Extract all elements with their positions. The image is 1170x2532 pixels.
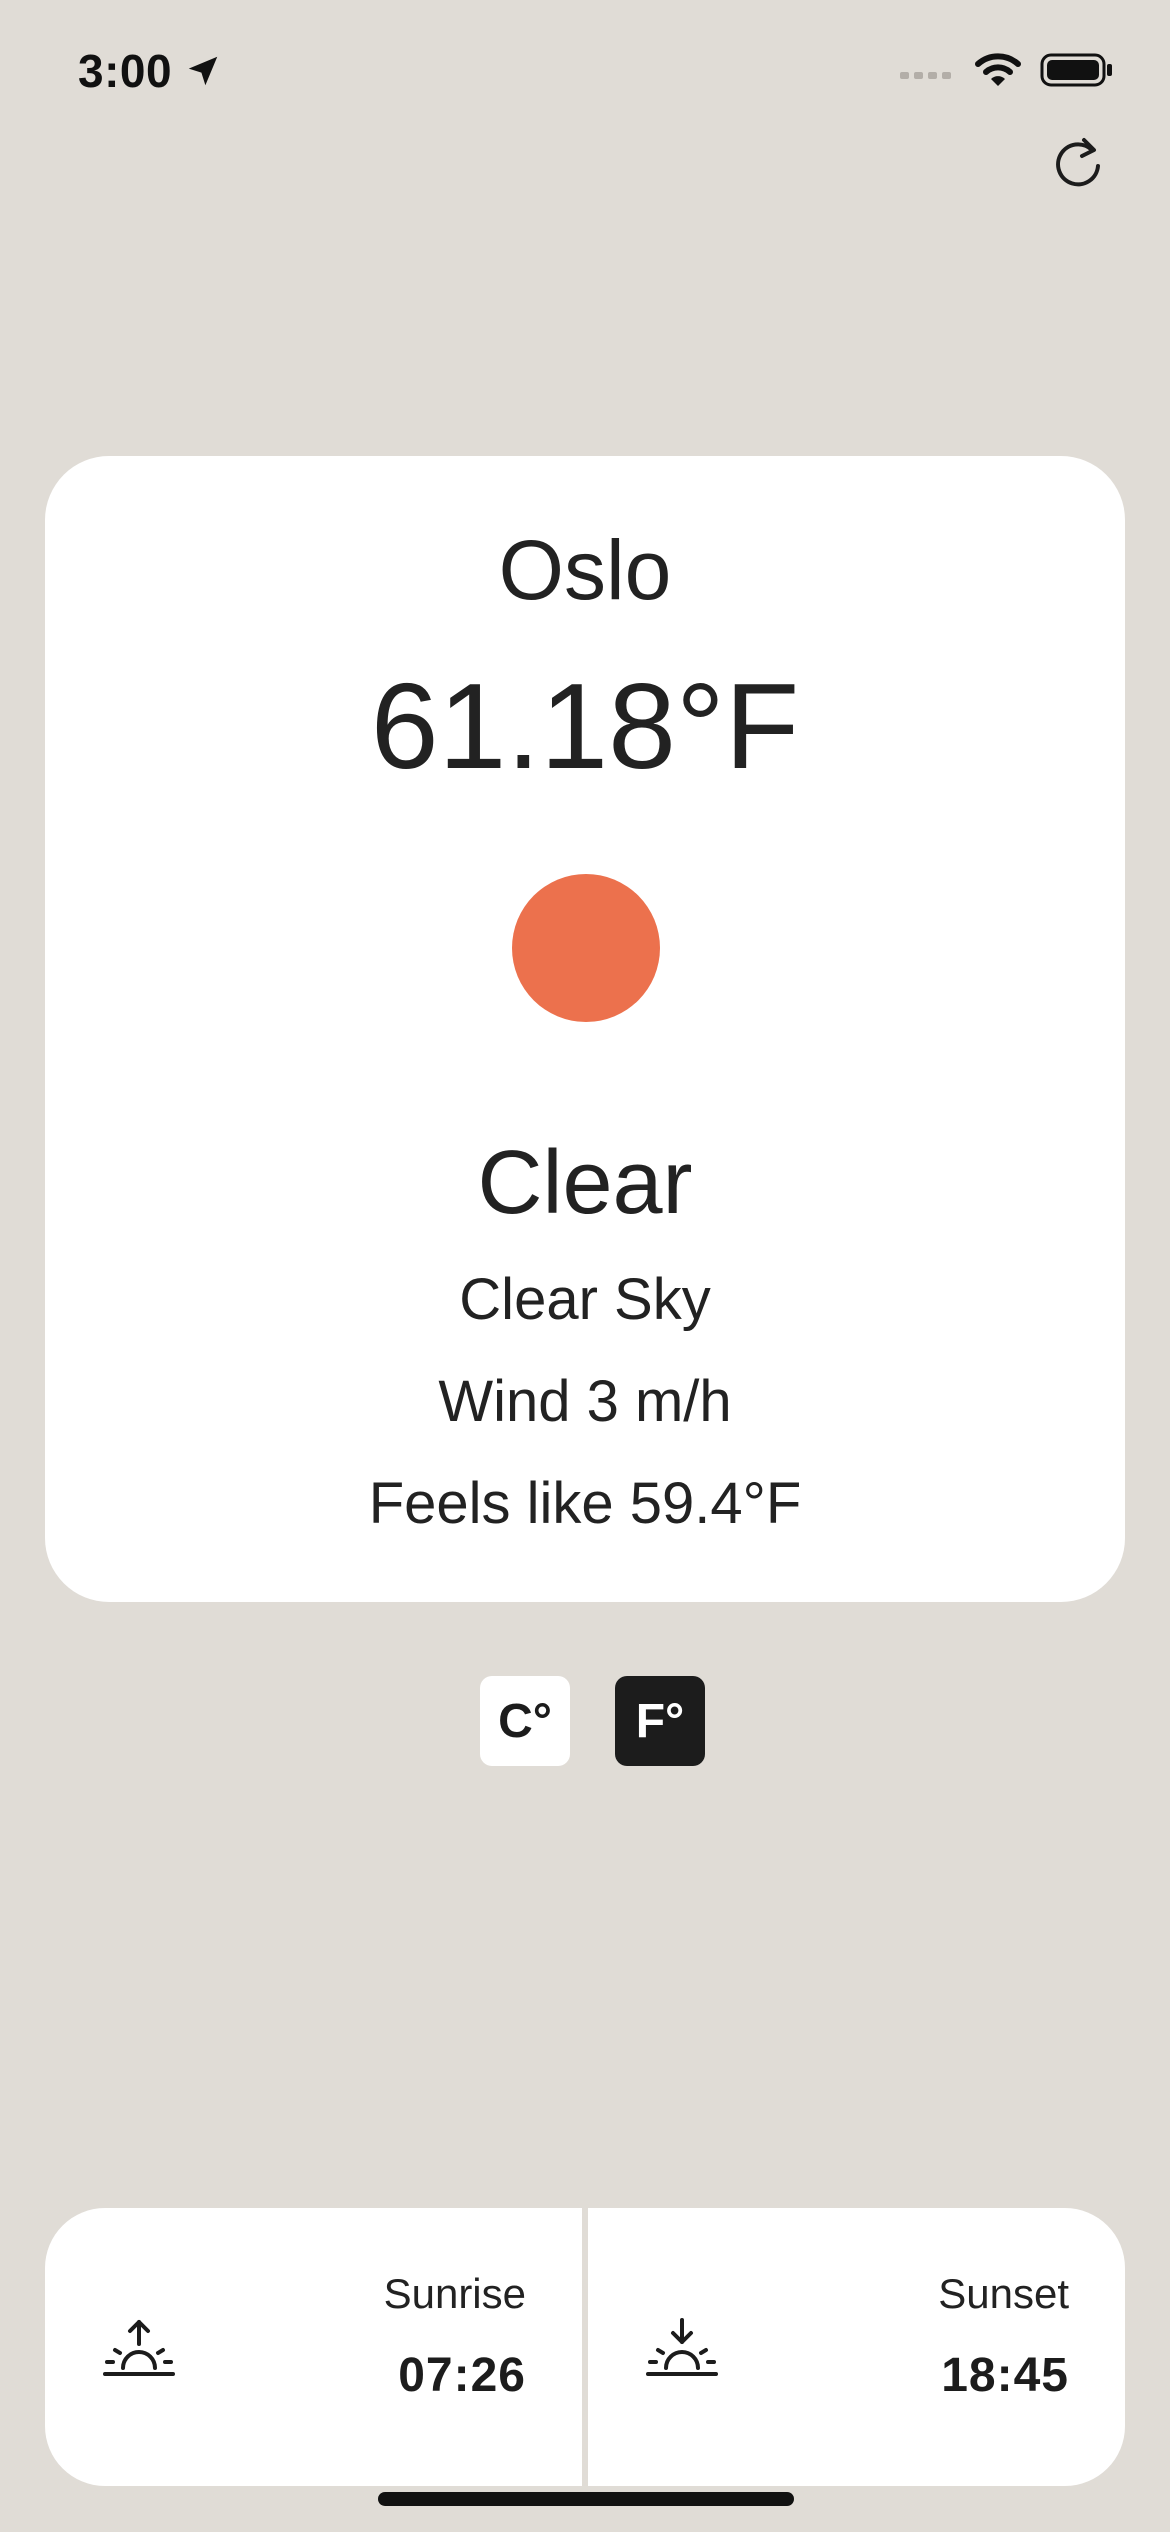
city-name: Oslo (498, 523, 672, 617)
sunset-time: 18:45 (941, 2349, 1069, 2402)
sunrise-icon (103, 2320, 175, 2376)
refresh-button[interactable] (1046, 128, 1110, 192)
weather-card: Oslo 61.18°F Clear Clear Sky Wind 3 m/h … (45, 456, 1125, 1602)
celsius-toggle-button[interactable]: C° (480, 1676, 570, 1766)
refresh-icon (1056, 138, 1100, 187)
cellular-signal-icon (900, 72, 951, 79)
sun-times-card: Sunrise 07:26 Sunset 18:45 (45, 2208, 1125, 2486)
sunrise-label: Sunrise (383, 2270, 526, 2317)
home-indicator[interactable] (378, 2492, 794, 2506)
weather-condition: Clear (477, 1133, 693, 1233)
sunset-label: Sunset (938, 2270, 1069, 2317)
current-temperature: 61.18°F (370, 658, 800, 794)
sunset-panel: Sunset 18:45 (588, 2208, 1125, 2486)
weather-condition-icon (512, 874, 660, 1022)
battery-icon (1040, 53, 1112, 87)
wind-speed: Wind 3 m/h (438, 1369, 732, 1434)
weather-description: Clear Sky (459, 1267, 711, 1332)
fahrenheit-toggle-button[interactable]: F° (615, 1676, 705, 1766)
location-arrow-icon (188, 56, 218, 86)
clock-time: 3:00 (78, 45, 173, 97)
sunrise-panel: Sunrise 07:26 (45, 2208, 582, 2486)
status-bar-indicators (900, 52, 1114, 88)
status-bar-time: 3:00 (78, 44, 222, 98)
sunset-icon (646, 2318, 718, 2376)
wifi-icon (975, 53, 1021, 86)
feels-like-temperature: Feels like 59.4°F (368, 1471, 802, 1536)
sunrise-time: 07:26 (398, 2349, 526, 2402)
